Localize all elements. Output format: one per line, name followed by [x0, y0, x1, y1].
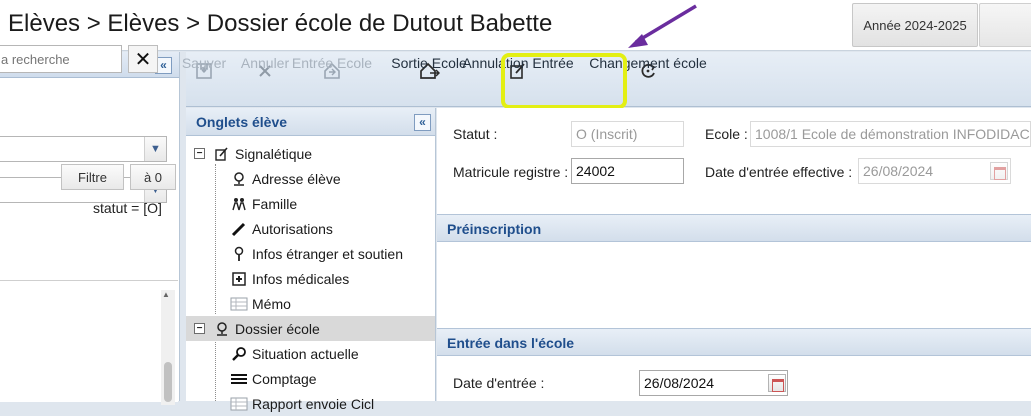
tree-item-label: Dossier école — [235, 320, 320, 337]
tree-item-label: Famille — [252, 195, 298, 212]
edit-icon — [213, 145, 231, 163]
tree-item-adresse-eleve[interactable]: Adresse élève — [230, 166, 341, 191]
save-label: Sauver — [181, 55, 227, 71]
student-tabs-header: Onglets élève « — [186, 108, 435, 136]
tree-item-famille[interactable]: Famille — [230, 191, 297, 216]
date-effective-label: Date d'entrée effective : — [705, 164, 853, 180]
tree-item-label: Situation actuelle — [252, 345, 359, 362]
tree-item-label: Rapport envoie Cicl — [252, 395, 375, 412]
status-filter-text: statut = [O] — [93, 200, 162, 216]
ecole-field[interactable]: 1008/1 Ecole de démonstration INFODIDAC … — [750, 121, 1031, 147]
matricule-field[interactable]: 24002 — [571, 158, 684, 184]
tree-item-label: Infos médicales — [252, 270, 350, 287]
filter-select-1[interactable]: ▼ — [0, 136, 167, 162]
tree-item-rapport-envoie[interactable]: Rapport envoie Cicl — [230, 391, 374, 416]
collapse-toggle-icon[interactable]: − — [194, 323, 205, 334]
section-preinscription[interactable]: Préinscription — [437, 214, 1031, 242]
school-entry-button[interactable]: Entrée Ecole — [292, 52, 372, 107]
results-scrollbar[interactable]: ▲ — [161, 290, 175, 405]
cancel-button[interactable]: Annuler — [241, 52, 289, 107]
date-entree-field[interactable]: 26/08/2024 — [639, 370, 788, 396]
scroll-thumb[interactable] — [164, 362, 172, 402]
tree-item-infos-medicales[interactable]: Infos médicales — [230, 266, 349, 291]
ecole-label: Ecole : — [705, 126, 748, 142]
search-input[interactable] — [0, 45, 122, 73]
school-year-button[interactable]: Année 2024-2025 — [852, 3, 978, 47]
tree-item-memo[interactable]: Mémo — [230, 291, 291, 316]
family-icon — [230, 195, 248, 213]
matricule-label: Matricule registre : — [453, 164, 569, 180]
tree-connector — [215, 339, 216, 401]
school-record-form: Statut : O (Inscrit) Ecole : 1008/1 Ecol… — [437, 108, 1031, 401]
collapse-toggle-icon[interactable]: − — [194, 148, 205, 159]
school-exit-button[interactable]: Sortie Ecole — [391, 52, 467, 107]
pen-icon — [230, 220, 248, 238]
collapse-tabs-panel-button[interactable]: « — [414, 114, 431, 131]
school-exit-label: Sortie Ecole — [391, 55, 467, 71]
chevron-down-icon: ▼ — [144, 137, 166, 161]
pin-icon — [230, 245, 248, 263]
header-secondary-button[interactable] — [979, 3, 1031, 47]
reset-filter-button[interactable]: à 0 — [130, 164, 176, 190]
tree-item-signaletique[interactable]: − Signalétique — [194, 141, 312, 166]
statut-field[interactable]: O (Inscrit) — [571, 121, 684, 147]
date-effective-field[interactable]: 26/08/2024 — [858, 158, 1011, 184]
tree-connector — [215, 164, 216, 314]
student-tabs-title: Onglets élève — [196, 114, 288, 130]
tree-item-label: Autorisations — [252, 220, 333, 237]
arrow-annotation-icon — [628, 4, 697, 48]
tree-item-autorisations[interactable]: Autorisations — [230, 216, 333, 241]
calendar-icon[interactable] — [990, 162, 1008, 180]
tree-item-label: Signalétique — [235, 145, 313, 162]
location-pin-icon — [213, 320, 231, 338]
table-icon — [230, 295, 248, 313]
statut-label: Statut : — [453, 126, 498, 142]
filter-button[interactable]: Filtre — [61, 164, 124, 190]
highlight-annotation — [501, 53, 627, 109]
clear-search-button[interactable]: ✕ — [128, 45, 158, 73]
close-icon: ✕ — [134, 48, 152, 71]
page-title: Elèves > Elèves > Dossier école de Dutou… — [8, 10, 553, 37]
change-school-button[interactable]: Changement école — [589, 52, 707, 107]
medical-icon — [230, 270, 248, 288]
student-tabs-panel: Onglets élève « − Signalétique Adresse é… — [186, 108, 436, 412]
title-bar: Elèves > Elèves > Dossier école de Dutou… — [0, 0, 1031, 51]
results-list — [0, 280, 178, 402]
form-header-fields: Statut : O (Inscrit) Ecole : 1008/1 Ecol… — [437, 108, 1031, 206]
tree-item-situation-actuelle[interactable]: Situation actuelle — [230, 341, 359, 366]
date-entree-label: Date d'entrée : — [453, 375, 545, 391]
table-icon — [230, 395, 248, 413]
school-entry-label: Entrée Ecole — [291, 55, 373, 71]
tree-item-infos-etranger[interactable]: Infos étranger et soutien — [230, 241, 403, 266]
tree-item-label: Mémo — [252, 295, 291, 312]
section-entree-ecole[interactable]: Entrée dans l'école — [437, 328, 1031, 356]
magnifier-icon — [230, 345, 248, 363]
menu-lines-icon — [230, 370, 248, 388]
calendar-icon[interactable] — [768, 374, 786, 392]
scroll-up-arrow-icon[interactable]: ▲ — [162, 290, 170, 299]
save-button[interactable]: Sauver — [182, 52, 226, 107]
tree-item-comptage[interactable]: Comptage — [230, 366, 317, 391]
tree-item-label: Adresse élève — [252, 170, 341, 187]
tree-item-dossier-ecole[interactable]: − Dossier école — [186, 316, 435, 341]
tree-item-label: Infos étranger et soutien — [252, 245, 403, 262]
tree-item-label: Comptage — [252, 370, 317, 387]
cancel-label: Annuler — [240, 55, 290, 71]
location-pin-icon — [230, 170, 248, 188]
